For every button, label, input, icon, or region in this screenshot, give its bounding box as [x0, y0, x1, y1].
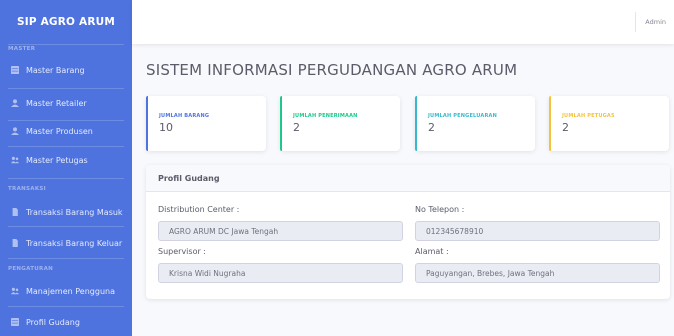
supervisor-field[interactable]: Krisna Widi Nugraha	[158, 263, 403, 283]
sidebar-item-transaksi-keluar[interactable]: Transaksi Barang Keluar	[0, 232, 132, 254]
card-value: 10	[159, 121, 173, 134]
table-icon	[10, 317, 20, 327]
address-field[interactable]: Paguyangan, Brebes, Jawa Tengah	[415, 263, 660, 283]
sidebar-item-master-retailer[interactable]: Master Retailer	[0, 92, 132, 114]
card-label: JUMLAH PETUGAS	[562, 113, 615, 119]
sidebar-heading-transaksi: TRANSAKSI	[8, 186, 47, 192]
topbar-divider	[635, 12, 636, 32]
card-value: 2	[562, 121, 569, 134]
sidebar-item-label: Master Petugas	[26, 155, 88, 165]
document-icon	[10, 238, 20, 248]
sidebar-item-master-petugas[interactable]: Master Petugas	[0, 149, 132, 171]
stat-card-jumlah-barang: JUMLAH BARANG 10	[146, 96, 266, 151]
sidebar-divider	[8, 146, 124, 147]
sidebar-divider	[8, 226, 124, 227]
sidebar-item-manajemen-pengguna[interactable]: Manajemen Pengguna	[0, 280, 132, 302]
sidebar: SIP AGRO ARUM MASTER Master Barang Maste…	[0, 0, 132, 336]
card-accent-bar	[146, 96, 148, 151]
stat-card-jumlah-pengeluaran: JUMLAH PENGELUARAN 2	[415, 96, 535, 151]
sidebar-item-profil-gudang[interactable]: Profil Gudang	[0, 311, 132, 333]
brand-title[interactable]: SIP AGRO ARUM	[0, 0, 132, 44]
users-icon	[10, 155, 20, 165]
stat-card-jumlah-petugas: JUMLAH PETUGAS 2	[549, 96, 669, 151]
sidebar-item-label: Profil Gudang	[26, 317, 80, 327]
distribution-center-label: Distribution Center :	[158, 205, 240, 214]
sidebar-item-label: Master Produsen	[26, 126, 93, 136]
card-accent-bar	[549, 96, 551, 151]
sidebar-divider	[8, 306, 124, 307]
phone-label: No Telepon :	[415, 205, 465, 214]
user-icon	[10, 98, 20, 108]
sidebar-heading-pengaturan: PENGATURAN	[8, 266, 54, 272]
sidebar-item-label: Master Retailer	[26, 98, 87, 108]
document-icon	[10, 207, 20, 217]
table-icon	[10, 65, 20, 75]
users-icon	[10, 286, 20, 296]
sidebar-divider	[8, 258, 124, 259]
sidebar-item-label: Transaksi Barang Keluar	[26, 238, 123, 248]
sidebar-divider	[8, 44, 124, 45]
card-value: 2	[428, 121, 435, 134]
profile-card-title: Profil Gudang	[146, 165, 670, 192]
sidebar-item-master-barang[interactable]: Master Barang	[0, 59, 132, 81]
sidebar-divider	[8, 178, 124, 179]
card-label: JUMLAH BARANG	[159, 113, 210, 119]
profile-card: Profil Gudang Distribution Center : AGRO…	[146, 165, 670, 299]
sidebar-item-label: Transaksi Barang Masuk	[26, 207, 123, 217]
sidebar-item-label: Manajemen Pengguna	[26, 286, 115, 296]
user-icon	[10, 126, 20, 136]
sidebar-divider	[8, 88, 124, 89]
sidebar-item-master-produsen[interactable]: Master Produsen	[0, 120, 132, 142]
card-value: 2	[293, 121, 300, 134]
topbar: Admin	[132, 0, 674, 44]
sidebar-item-transaksi-masuk[interactable]: Transaksi Barang Masuk	[0, 201, 132, 223]
user-menu[interactable]: Admin	[645, 18, 666, 26]
address-label: Alamat :	[415, 247, 449, 256]
supervisor-label: Supervisor :	[158, 247, 206, 256]
card-label: JUMLAH PENGELUARAN	[428, 113, 497, 119]
card-label: JUMLAH PENERIMAAN	[293, 113, 358, 119]
sidebar-item-label: Master Barang	[26, 65, 85, 75]
sidebar-heading-master: MASTER	[8, 46, 36, 52]
phone-field[interactable]: 012345678910	[415, 221, 660, 241]
card-accent-bar	[280, 96, 282, 151]
page-title: SISTEM INFORMASI PERGUDANGAN AGRO ARUM	[146, 61, 518, 79]
distribution-center-field[interactable]: AGRO ARUM DC Jawa Tengah	[158, 221, 403, 241]
card-accent-bar	[415, 96, 417, 151]
stat-card-jumlah-penerimaan: JUMLAH PENERIMAAN 2	[280, 96, 400, 151]
